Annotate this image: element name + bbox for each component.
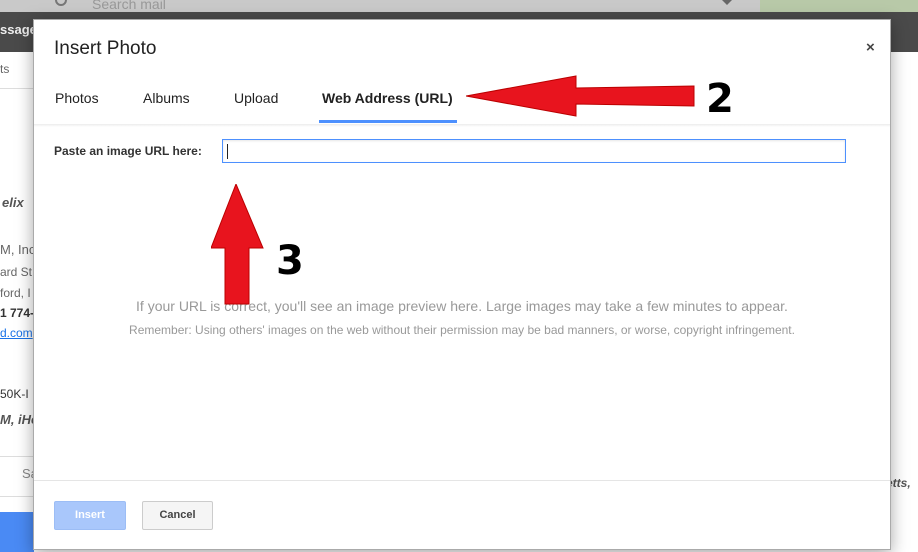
bg-send-button-fragment [0,512,34,552]
insert-button[interactable]: Insert [54,501,126,530]
insert-photo-dialog: Insert Photo × Photos Albums Upload Web … [33,19,891,550]
bg-header-fragment: ssage [0,22,37,37]
bg-link-fragment: d.com [0,326,33,340]
bg-search-placeholder: Search mail [92,0,166,12]
annotation-step-2: 2 [706,76,734,122]
tab-bar: Photos Albums Upload Web Address (URL) [34,80,890,125]
bg-fragment: 50K-I [0,387,29,401]
annotation-step-3: 3 [276,238,304,284]
annotation-arrow-up [211,184,264,305]
close-icon[interactable]: × [866,39,875,56]
footer-divider [34,480,890,481]
chevron-down-icon [722,0,732,5]
bg-divider [0,456,34,457]
tab-albums[interactable]: Albums [143,90,190,106]
bg-divider [0,88,34,89]
bg-fragment: ard St [0,265,33,279]
cancel-button[interactable]: Cancel [142,501,213,530]
bg-top-bar-accent [760,0,918,12]
tabs-shadow [34,124,890,127]
image-url-input[interactable] [222,139,846,163]
preview-message: If your URL is correct, you'll see an im… [136,298,788,314]
annotation-arrow-left [466,75,695,117]
url-label: Paste an image URL here: [54,144,202,158]
tab-photos[interactable]: Photos [55,90,99,106]
copyright-reminder: Remember: Using others' images on the we… [129,323,795,337]
tab-web-address[interactable]: Web Address (URL) [322,90,453,106]
bg-fragment: M, Inc [0,242,36,257]
active-tab-indicator [319,120,457,123]
bg-fragment: ford, I [0,286,31,300]
bg-divider [0,496,34,497]
bg-fragment: ts [0,62,10,76]
bg-fragment: elix [2,195,24,210]
bg-fragment: 1 774- [0,306,35,320]
tab-upload[interactable]: Upload [234,90,278,106]
dialog-title: Insert Photo [54,38,157,59]
text-caret [227,144,228,159]
